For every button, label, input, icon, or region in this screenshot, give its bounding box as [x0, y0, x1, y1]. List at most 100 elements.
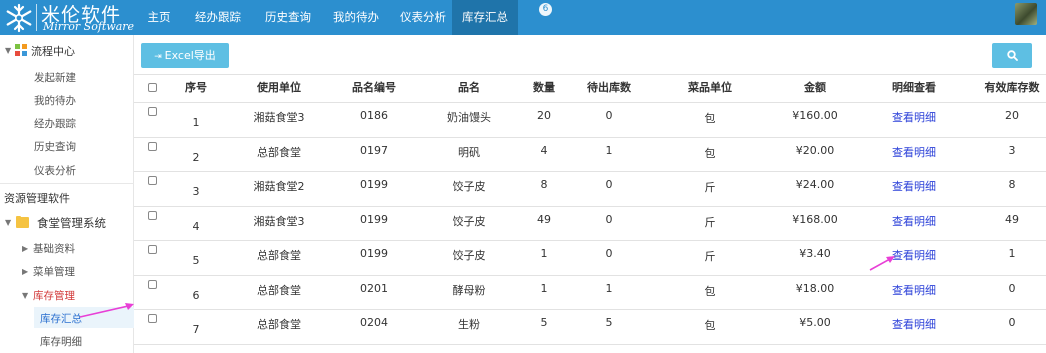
row-divider [134, 136, 1046, 138]
view-detail-link[interactable]: 查看明细 [876, 213, 952, 229]
snowflake-logo-icon [6, 3, 32, 33]
table-cell-code: 0199 [360, 247, 388, 260]
table-cell-no: 3 [192, 185, 200, 198]
sidebar-item-inventory-management[interactable]: 库存管理 [33, 288, 75, 303]
row-checkbox[interactable] [148, 279, 157, 289]
row-checkbox[interactable] [148, 210, 157, 220]
table-cell-unit: 总部食堂 [257, 283, 301, 297]
sidebar-resource-title: 资源管理软件 [4, 192, 70, 205]
table-cell-amount: ¥18.00 [795, 281, 835, 295]
sidebar-item-new[interactable]: 发起新建 [34, 70, 76, 85]
view-detail-link[interactable]: 查看明细 [876, 144, 952, 160]
view-detail-link[interactable]: 查看明细 [876, 316, 952, 332]
column-header-amount[interactable]: 金额 [770, 74, 860, 102]
row-divider [134, 309, 1046, 310]
column-header-pending[interactable]: 待出库数 [574, 74, 644, 102]
sidebar-item-tracking[interactable]: 经办跟踪 [34, 116, 76, 131]
table-cell-amount: ¥168.00 [792, 212, 838, 226]
sidebar-item-my-todo[interactable]: 我的待办 [34, 93, 76, 108]
table-cell-qty: 49 [537, 212, 551, 226]
table-cell-measure: 斤 [704, 215, 716, 229]
apps-icon [15, 44, 27, 56]
sidebar-item-inventory-summary[interactable]: 库存汇总 [40, 311, 82, 326]
row-checkbox[interactable] [148, 314, 157, 323]
table-cell-stock: 49 [1005, 212, 1019, 226]
table-cell-name: 饺子皮 [452, 214, 486, 228]
annotation-arrow [869, 256, 895, 271]
table-cell-no: 7 [192, 323, 200, 336]
search-icon [1007, 50, 1018, 61]
notification-badge[interactable]: 6 [539, 3, 552, 16]
table-cell-no: 6 [192, 288, 200, 302]
select-all-checkbox[interactable] [148, 83, 157, 92]
nav-history[interactable]: 历史查询 [258, 0, 318, 35]
row-divider [134, 205, 1046, 207]
table-cell-code: 0197 [360, 143, 388, 157]
caret-right-icon: ▶ [22, 244, 29, 253]
view-detail-link[interactable]: 查看明细 [876, 178, 952, 194]
row-divider [134, 343, 1046, 345]
table-cell-amount: ¥160.00 [792, 109, 838, 122]
header-divider [134, 102, 1046, 103]
row-checkbox[interactable] [148, 176, 157, 185]
row-checkbox[interactable] [148, 245, 157, 254]
sidebar-item-base-data[interactable]: 基础资料 [33, 241, 75, 256]
excel-export-label: Excel导出 [164, 49, 216, 62]
column-header-code[interactable]: 品名编号 [334, 74, 414, 102]
search-button[interactable] [992, 43, 1032, 68]
sidebar-item-menu-management[interactable]: 菜单管理 [33, 264, 75, 279]
table-cell-pending: 0 [605, 247, 613, 260]
column-header-stock[interactable]: 有效库存数 [972, 74, 1046, 102]
caret-right-icon: ▶ [22, 267, 29, 276]
sidebar-item-inventory-detail[interactable]: 库存明细 [40, 334, 82, 349]
user-avatar[interactable] [1015, 3, 1037, 25]
table-cell-code: 0199 [360, 178, 388, 191]
annotation-arrow [79, 303, 134, 318]
table-cell-measure: 斤 [704, 181, 716, 194]
sidebar-flow-center[interactable]: 流程中心 [31, 43, 75, 59]
sidebar-item-dashboard[interactable]: 仪表分析 [34, 163, 76, 178]
column-header-measure[interactable]: 菜品单位 [670, 74, 750, 102]
caret-down-icon: ▼ [22, 291, 29, 300]
table-cell-pending: 0 [605, 109, 613, 122]
table-cell-no: 2 [192, 150, 200, 164]
table-cell-amount: ¥3.40 [799, 247, 831, 260]
table-cell-qty: 5 [540, 316, 548, 329]
nav-my-todo[interactable]: 我的待办 [326, 0, 386, 35]
table-cell-code: 0199 [360, 212, 388, 226]
table-cell-qty: 8 [540, 178, 548, 191]
inventory-table: 序号 使用单位 品名编号 品名 数量 待出库数 菜品单位 金额 明细查看 有效库… [134, 74, 1046, 353]
table-cell-name: 饺子皮 [452, 180, 486, 193]
table-cell-unit: 湘菇食堂2 [253, 180, 305, 193]
table-cell-name: 饺子皮 [452, 249, 486, 262]
row-divider [134, 171, 1046, 172]
table-cell-name: 奶油馒头 [447, 111, 491, 124]
nav-home[interactable]: 主页 [140, 0, 178, 35]
column-header-name[interactable]: 品名 [424, 74, 514, 102]
column-header-detail[interactable]: 明细查看 [876, 74, 952, 102]
table-cell-code: 0204 [360, 316, 388, 329]
view-detail-link[interactable]: 查看明细 [876, 282, 952, 298]
nav-tracking[interactable]: 经办跟踪 [188, 0, 248, 35]
sidebar-canteen-system[interactable]: 食堂管理系统 [37, 215, 106, 231]
table-cell-measure: 斤 [704, 250, 716, 263]
table-cell-pending: 1 [605, 281, 613, 295]
table-cell-amount: ¥5.00 [799, 316, 831, 329]
table-cell-name: 酵母粉 [452, 283, 486, 297]
sidebar-item-history[interactable]: 历史查询 [34, 139, 76, 154]
view-detail-link[interactable]: 查看明细 [876, 109, 952, 125]
excel-export-button[interactable]: ⇥ Excel导出 [141, 43, 229, 68]
top-navigation-bar: 米伦软件 Mirror Software 主页 经办跟踪 历史查询 我的待办 仪… [0, 0, 1046, 35]
nav-dashboard[interactable]: 仪表分析 [393, 0, 453, 35]
column-header-unit[interactable]: 使用单位 [234, 74, 324, 102]
brand-logo[interactable]: 米伦软件 Mirror Software [0, 0, 136, 35]
column-header-no[interactable]: 序号 [176, 74, 216, 102]
row-checkbox[interactable] [148, 107, 157, 116]
column-header-qty[interactable]: 数量 [524, 74, 564, 102]
nav-inventory-summary[interactable]: 库存汇总 [452, 0, 518, 35]
table-cell-unit: 总部食堂 [257, 318, 301, 331]
table-cell-unit: 总部食堂 [257, 249, 301, 262]
logo-divider [36, 4, 37, 31]
row-checkbox[interactable] [148, 141, 157, 151]
table-cell-qty: 1 [540, 281, 548, 295]
